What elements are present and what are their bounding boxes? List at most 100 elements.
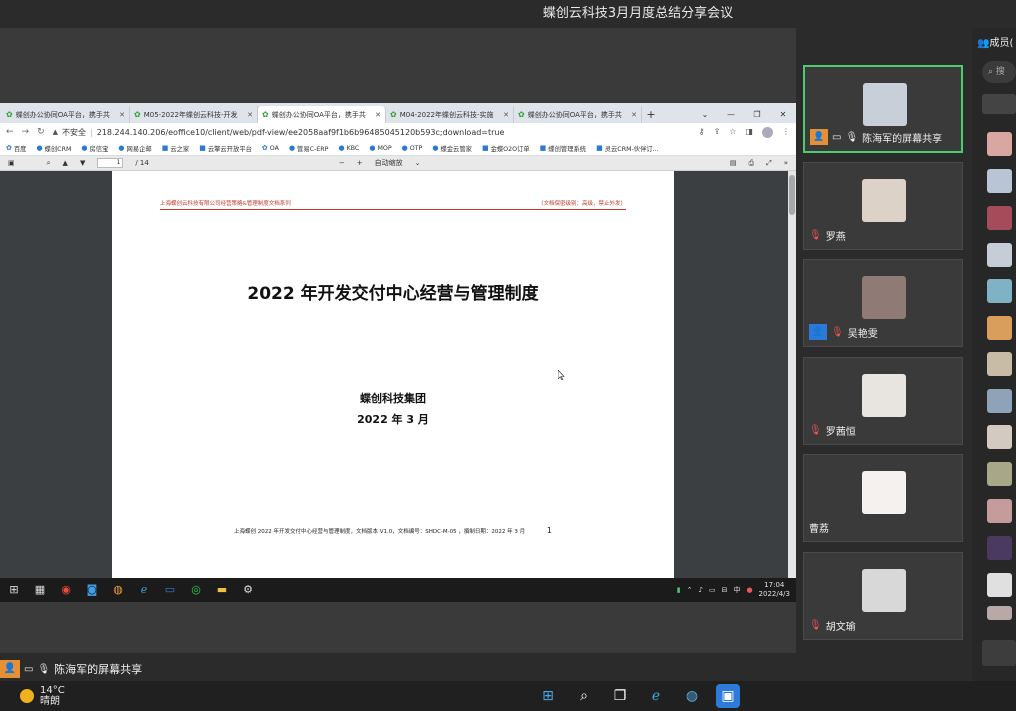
member-avatar[interactable] — [987, 132, 1012, 156]
member-avatar[interactable] — [987, 425, 1012, 449]
app-icon[interactable]: ◍ — [680, 684, 704, 708]
app-icon[interactable]: ◍ — [110, 583, 126, 597]
bookmark-item[interactable]: ● KBC — [338, 144, 359, 152]
participant-tile[interactable]: 👤 🎙 吴艳雯 — [803, 259, 963, 347]
share-icon[interactable]: ⇪ — [714, 127, 721, 138]
tab-search-icon[interactable]: ⌄ — [692, 106, 718, 123]
sidebar-icon[interactable]: ◨ — [745, 127, 753, 138]
meeting-app-icon[interactable]: ▣ — [716, 684, 740, 708]
close-tab-icon[interactable]: ✕ — [503, 111, 509, 119]
member-search-input[interactable]: ⌕ 搜 — [982, 61, 1016, 83]
chrome-icon[interactable]: ◉ — [58, 583, 74, 597]
bookmark-item[interactable]: ● OTP — [402, 144, 423, 152]
weather-widget[interactable]: 14°C 晴朗 — [20, 685, 65, 707]
bookmark-item[interactable]: ■ 云擎云开放平台 — [199, 144, 252, 153]
page-down-icon[interactable]: ▼ — [80, 159, 85, 167]
participant-tile[interactable]: 🎙 罗燕 — [803, 162, 963, 250]
close-tab-icon[interactable]: ✕ — [247, 111, 253, 119]
bookmark-item[interactable]: ■ 蝶创管理系统 — [540, 144, 586, 153]
task-view-icon[interactable]: ❐ — [608, 684, 632, 708]
reload-icon[interactable]: ↻ — [37, 127, 45, 137]
antivirus-icon[interactable]: ● — [746, 586, 752, 594]
bookmark-item[interactable]: ■ 金蝶O2O订单 — [482, 144, 530, 153]
member-avatar[interactable] — [987, 462, 1012, 486]
back-icon[interactable]: ← — [6, 127, 14, 137]
participant-tile[interactable]: 👤 ▭ 🎙 陈海军的屏幕共享 — [803, 65, 963, 153]
bookmark-star-icon[interactable]: ☆ — [729, 127, 736, 138]
zoom-select[interactable]: 自动缩放 — [375, 158, 403, 168]
member-avatar[interactable] — [987, 316, 1012, 340]
print-icon[interactable]: ⎙ — [748, 159, 754, 168]
close-tab-icon[interactable]: ✕ — [631, 111, 637, 119]
browser-tab-active[interactable]: ✿ 蝶创办公协同OA平台，携手共 ✕ — [258, 106, 386, 123]
battery-icon[interactable]: ▮ — [677, 586, 681, 594]
calculator-icon[interactable]: ▦ — [32, 583, 48, 597]
menu-icon[interactable]: ⋮ — [782, 127, 790, 138]
bookmark-item[interactable]: ■ 灵云CRM-伙伴订... — [596, 144, 659, 153]
edge-icon[interactable]: ℯ — [644, 684, 668, 708]
close-window-icon[interactable]: ✕ — [770, 106, 796, 123]
member-avatar[interactable] — [987, 606, 1012, 620]
member-action-button[interactable] — [982, 94, 1016, 114]
page-up-icon[interactable]: ▲ — [63, 159, 68, 167]
member-avatar[interactable] — [987, 573, 1012, 597]
participant-tile[interactable]: 🎙 胡文瑜 — [803, 552, 963, 640]
chevron-up-icon[interactable]: ⌃ — [687, 586, 693, 594]
browser-tab[interactable]: ✿ M05-2022年蝶创云科技-开发 ✕ — [130, 106, 258, 123]
fullscreen-icon[interactable]: ⤢ — [766, 159, 772, 168]
browser-tab[interactable]: ✿ 蝶创办公协同OA平台，携手共 ✕ — [514, 106, 642, 123]
bookmark-item[interactable]: ✿ 百度 — [6, 144, 26, 153]
more-tools-icon[interactable]: » — [784, 159, 788, 167]
network-icon[interactable]: ▭ — [709, 586, 716, 594]
bookmark-item[interactable]: ■ 云之家 — [162, 144, 190, 153]
settings-icon[interactable]: ⚙ — [240, 583, 256, 597]
url-field[interactable]: ▲ 不安全 | 218.244.140.206/eoffice10/client… — [53, 127, 691, 138]
language-indicator[interactable]: 中 — [733, 585, 740, 595]
ime-icon[interactable]: ⊟ — [722, 586, 728, 594]
zoom-in-icon[interactable]: + — [357, 159, 363, 167]
member-avatar[interactable] — [987, 536, 1012, 560]
bookmark-item[interactable]: ✿ OA — [262, 144, 279, 152]
search-icon[interactable]: ⌕ — [572, 684, 596, 708]
member-avatar[interactable] — [987, 169, 1012, 193]
clock[interactable]: 17:04 2022/4/3 — [759, 581, 790, 599]
bookmark-item[interactable]: ● 管易C-ERP — [289, 144, 329, 153]
participant-tile[interactable]: 曹荔 — [803, 454, 963, 542]
minimize-icon[interactable]: — — [718, 106, 744, 123]
app-icon[interactable]: ◙ — [84, 583, 100, 597]
wechat-icon[interactable]: ◎ — [188, 583, 204, 597]
app-icon[interactable]: ▭ — [162, 583, 178, 597]
participant-tile[interactable]: 🎙 罗茜恒 — [803, 357, 963, 445]
search-icon[interactable]: ⌕ — [47, 159, 51, 168]
close-tab-icon[interactable]: ✕ — [119, 111, 125, 119]
key-icon[interactable]: ⚷ — [699, 127, 705, 138]
save-icon[interactable]: ▤ — [730, 159, 737, 167]
member-avatar[interactable] — [987, 389, 1012, 413]
scrollbar-thumb[interactable] — [789, 175, 795, 215]
volume-icon[interactable]: ♪ — [698, 586, 702, 594]
bookmark-item[interactable]: ● 房信宝 — [81, 144, 108, 153]
member-avatar[interactable] — [987, 243, 1012, 267]
forward-icon[interactable]: → — [22, 127, 30, 137]
bookmark-item[interactable]: ● 蝶金云管家 — [432, 144, 472, 153]
member-avatar[interactable] — [987, 279, 1012, 303]
browser-tab[interactable]: ✿ 蝶创办公协同OA平台，携手共 ✕ — [2, 106, 130, 123]
bookmark-item[interactable]: ● 蝶创CRM — [36, 144, 71, 153]
windows-start-icon[interactable]: ⊞ — [6, 583, 22, 597]
bookmark-item[interactable]: ● MOP — [369, 144, 391, 152]
member-avatar[interactable] — [987, 499, 1012, 523]
member-avatar[interactable] — [987, 206, 1012, 230]
new-tab-button[interactable]: + — [642, 106, 660, 123]
profile-avatar[interactable] — [762, 126, 773, 138]
file-explorer-icon[interactable]: ▬ — [214, 583, 230, 597]
zoom-out-icon[interactable]: − — [339, 159, 345, 167]
member-avatar[interactable] — [987, 352, 1012, 376]
close-tab-icon[interactable]: ✕ — [375, 111, 381, 119]
member-bottom-button[interactable] — [982, 640, 1016, 666]
edge-icon[interactable]: ℯ — [136, 583, 152, 597]
page-number-input[interactable]: 1 — [97, 158, 124, 168]
browser-tab[interactable]: ✿ M04-2022年蝶创云科技-实施 ✕ — [386, 106, 514, 123]
windows-start-icon[interactable]: ⊞ — [536, 684, 560, 708]
sidebar-toggle-icon[interactable]: ▣ — [8, 159, 15, 167]
scrollbar[interactable] — [788, 171, 796, 578]
